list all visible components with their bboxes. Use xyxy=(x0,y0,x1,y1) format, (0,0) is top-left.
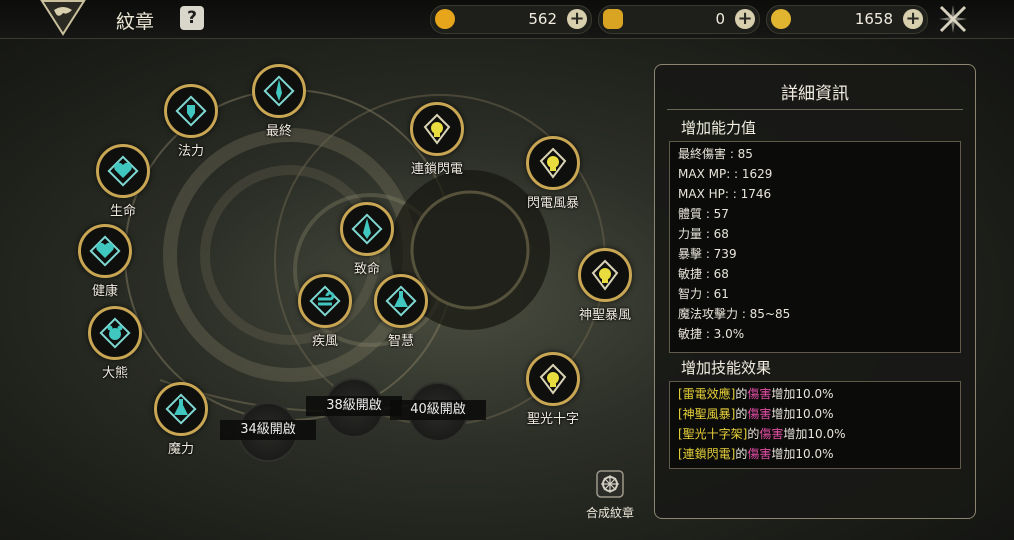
skull-icon xyxy=(591,259,619,291)
skull-icon xyxy=(423,113,451,145)
stat-row: 敏捷 : 3.0% xyxy=(678,327,745,341)
effect-row: [聖光十字架]的傷害增加10.0% xyxy=(678,427,846,441)
coin-value: 1658 xyxy=(854,10,893,28)
emblem-node-fali[interactable]: 法力 xyxy=(164,84,218,159)
emblem-node-shensheng[interactable]: 神聖暴風 xyxy=(578,248,632,323)
add-crystal-button[interactable]: + xyxy=(567,9,587,29)
synthesize-label[interactable]: 合成紋章 xyxy=(570,504,650,521)
crystal-icon xyxy=(435,9,455,29)
emblem-node-moli[interactable]: 魔力 xyxy=(154,382,208,457)
dagger-icon xyxy=(351,213,383,245)
synthesize-icon[interactable] xyxy=(596,470,624,498)
bear-icon xyxy=(99,317,131,349)
stat-row: MAX MP: : 1629 xyxy=(678,167,773,181)
crystal-value: 562 xyxy=(528,10,557,28)
divider xyxy=(667,109,963,110)
stat-row: 魔法攻擊力 : 85~85 xyxy=(678,307,791,321)
emblem-node-shengming[interactable]: 生命 xyxy=(96,144,150,219)
stats-list[interactable]: 最終傷害 : 85 MAX MP: : 1629 MAX HP: : 1746 … xyxy=(669,141,961,353)
coin-icon xyxy=(771,9,791,29)
emblem-node-zhiming[interactable]: 致命 xyxy=(340,202,394,277)
panel-title: 詳細資訊 xyxy=(781,84,849,104)
heart-icon xyxy=(107,155,139,187)
add-gold-badge-button[interactable]: + xyxy=(735,9,755,29)
stat-row: 最終傷害 : 85 xyxy=(678,147,753,161)
emblem-label: 法力 xyxy=(177,144,204,159)
effect-row: [連鎖閃電]的傷害增加10.0% xyxy=(678,447,834,461)
emblem-label: 大熊 xyxy=(101,366,128,381)
emblem-node-jifeng[interactable]: 疾風 xyxy=(298,274,352,349)
unlock-level-label: 34級開啟 xyxy=(220,420,316,440)
stat-row: 體質 : 57 xyxy=(678,207,729,221)
stat-row: MAX HP: : 1746 xyxy=(678,187,772,201)
locked-slot-34[interactable]: 34級開啟 xyxy=(220,402,316,462)
skull-icon xyxy=(539,147,567,179)
emblem-label: 生命 xyxy=(109,204,136,219)
sword-icon xyxy=(263,75,295,107)
emblem-label: 智慧 xyxy=(387,334,414,349)
details-panel: 詳細資訊 增加能力值 最終傷害 : 85 MAX MP: : 1629 MAX … xyxy=(654,64,976,519)
flask-icon xyxy=(385,285,417,317)
emblem-node-zuizhong[interactable]: 最終 xyxy=(252,64,306,139)
emblem-node-zhihui[interactable]: 智慧 xyxy=(374,274,428,349)
fist-icon xyxy=(175,95,207,127)
effect-row: [雷電效應]的傷害增加10.0% xyxy=(678,387,834,401)
effect-row: [神聖風暴]的傷害增加10.0% xyxy=(678,407,834,421)
effects-header: 增加技能效果 xyxy=(681,359,772,377)
effects-list[interactable]: [雷電效應]的傷害增加10.0% [神聖風暴]的傷害增加10.0% [聖光十字架… xyxy=(669,381,961,469)
unlock-level-label: 40級開啟 xyxy=(390,400,486,420)
stat-row: 力量 : 68 xyxy=(678,227,729,241)
wind-icon xyxy=(309,285,341,317)
crystal-currency: 562 + xyxy=(430,5,592,34)
emblem-label: 神聖暴風 xyxy=(578,308,631,323)
top-bar: 紋章 ? 562 + 0 + 1658 + xyxy=(0,0,1014,39)
close-icon[interactable] xyxy=(936,2,970,36)
emblem-node-shengguang[interactable]: 聖光十字 xyxy=(526,352,580,427)
help-button[interactable]: ? xyxy=(180,6,204,30)
stat-row: 智力 : 61 xyxy=(678,287,729,301)
emblem-label: 連鎖閃電 xyxy=(410,162,463,177)
emblem-node-lianshuo[interactable]: 連鎖閃電 xyxy=(410,102,464,177)
potion-icon xyxy=(165,393,197,425)
stats-header: 增加能力值 xyxy=(681,119,757,137)
emblem-label: 閃電風暴 xyxy=(526,196,579,211)
coin-currency: 1658 + xyxy=(766,5,928,34)
page-title: 紋章 xyxy=(116,11,155,33)
gold-badge-currency: 0 + xyxy=(598,5,760,34)
emblem-node-daxiong[interactable]: 大熊 xyxy=(88,306,142,381)
emblem-node-shandian[interactable]: 閃電風暴 xyxy=(526,136,580,211)
emblem-label: 最終 xyxy=(265,124,292,139)
emblem-label: 健康 xyxy=(91,284,118,299)
heart-icon xyxy=(89,235,121,267)
stat-row: 敏捷 : 68 xyxy=(678,267,729,281)
stat-row: 暴擊 : 739 xyxy=(678,247,737,261)
gold-badge-icon xyxy=(603,9,623,29)
locked-slot-38[interactable]: 38級開啟 xyxy=(306,378,402,438)
emblem-label: 魔力 xyxy=(167,442,194,457)
locked-slot-40[interactable]: 40級開啟 xyxy=(390,382,486,442)
emblem-node-jiankang[interactable]: 健康 xyxy=(78,224,132,299)
gold-badge-value: 0 xyxy=(715,10,725,28)
add-coin-button[interactable]: + xyxy=(903,9,923,29)
emblem-label: 聖光十字 xyxy=(526,412,579,427)
skull-icon xyxy=(539,363,567,395)
dragon-emblem-icon xyxy=(40,0,86,36)
unlock-level-label: 38級開啟 xyxy=(306,396,402,416)
